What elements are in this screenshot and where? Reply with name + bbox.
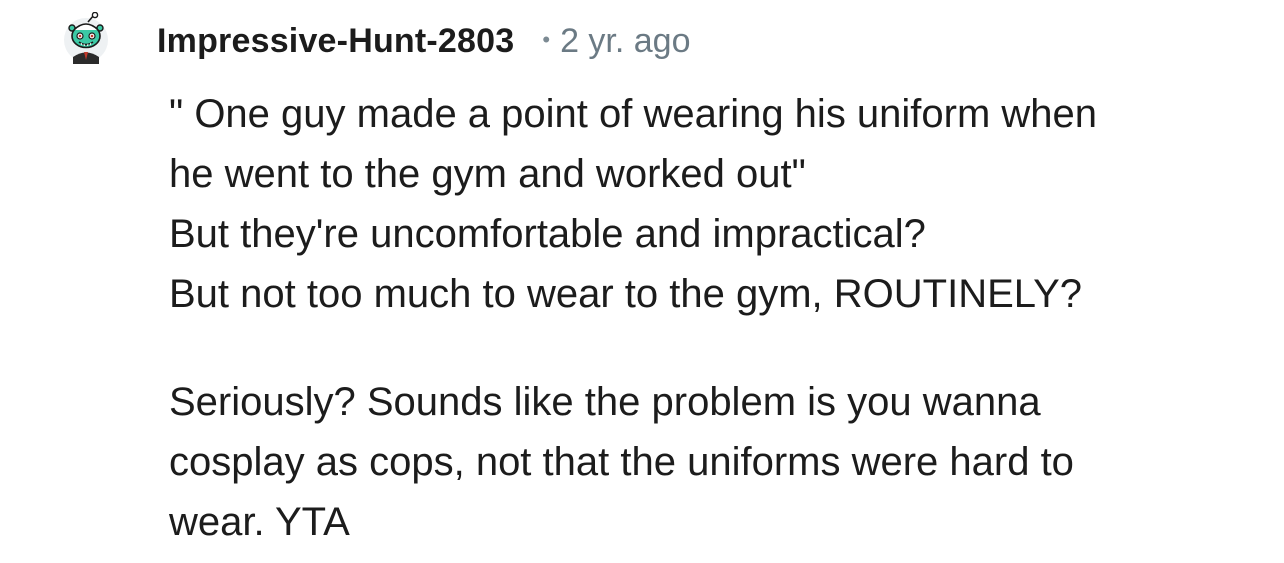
comment-author[interactable]: Impressive-Hunt-2803 (157, 22, 514, 61)
meta-separator: • (542, 27, 551, 52)
comment-paragraph-1: " One guy made a point of wearing his un… (169, 84, 1259, 324)
user-avatar-icon[interactable] (60, 11, 112, 64)
comment-line: wear. YTA (169, 500, 350, 544)
comment-body: " One guy made a point of wearing his un… (169, 84, 1259, 552)
comment-header: Impressive-Hunt-2803 • 2 yr. ago (157, 18, 691, 64)
comment-line: But they're uncomfortable and impractica… (169, 212, 926, 256)
comment-line: cosplay as cops, not that the uniforms w… (169, 440, 1074, 484)
comment-line: " One guy made a point of wearing his un… (169, 92, 1098, 136)
comment-timestamp[interactable]: 2 yr. ago (560, 22, 690, 61)
snoo-avatar-icon (64, 11, 108, 64)
comment-line: he went to the gym and worked out" (169, 152, 806, 196)
comment-line: Seriously? Sounds like the problem is yo… (169, 380, 1041, 424)
comment-paragraph-2: Seriously? Sounds like the problem is yo… (169, 372, 1259, 552)
comment: Impressive-Hunt-2803 • 2 yr. ago " One g… (0, 0, 1284, 563)
comment-line: But not too much to wear to the gym, ROU… (169, 272, 1082, 316)
